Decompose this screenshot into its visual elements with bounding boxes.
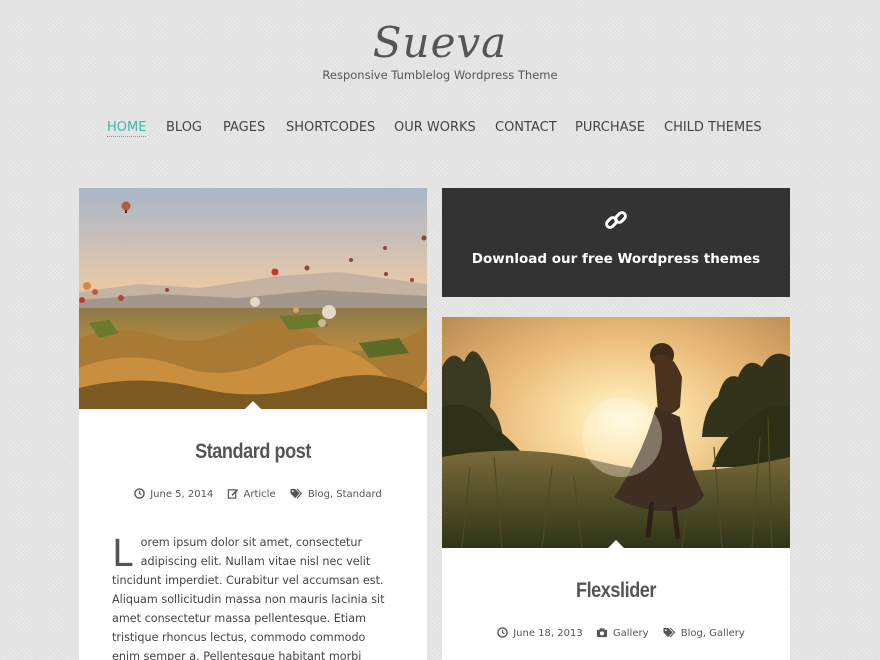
drop-cap: L	[112, 532, 133, 575]
post-meta: June 18, 2013 Gallery Blog, Gallery	[442, 627, 790, 639]
post-date[interactable]: June 18, 2013	[513, 628, 583, 639]
nav-item-purchase[interactable]: PURCHASE	[575, 120, 645, 135]
post-tag-gallery[interactable]: Gallery	[709, 628, 745, 639]
nav-item-child-themes[interactable]: CHILD THEMES	[664, 120, 762, 135]
post-image-balloons[interactable]	[79, 188, 427, 409]
girl-in-field-image	[442, 317, 790, 548]
post-tag-blog[interactable]: Blog	[308, 489, 330, 500]
tags-icon	[663, 627, 675, 638]
post-format[interactable]: Article	[244, 489, 276, 500]
image-notch	[608, 540, 624, 548]
post-card-flexslider: Flexslider June 18, 2013 Gallery Blog, G…	[442, 317, 790, 660]
clock-icon	[497, 627, 508, 638]
nav-item-shortcodes[interactable]: SHORTCODES	[286, 120, 375, 135]
nav-item-pages[interactable]: PAGES	[223, 120, 265, 135]
image-notch	[245, 401, 261, 409]
post-tag-blog[interactable]: Blog	[681, 628, 703, 639]
main-nav: HOME BLOG PAGES SHORTCODES OUR WORKS CON…	[0, 120, 880, 140]
post-card-standard: Standard post June 5, 2014 Article Blog,…	[79, 188, 427, 660]
tags-icon	[290, 488, 303, 499]
post-meta: June 5, 2014 Article Blog, Standard	[79, 488, 427, 500]
camera-icon	[596, 628, 607, 638]
post-image-sunlit-field[interactable]	[442, 317, 790, 548]
nav-item-our-works[interactable]: OUR WORKS	[394, 120, 476, 135]
post-excerpt: Lorem ipsum dolor sit amet, consectetur …	[112, 533, 394, 660]
post-title[interactable]: Flexslider	[466, 579, 765, 603]
post-date[interactable]: June 5, 2014	[150, 489, 213, 500]
download-themes-banner[interactable]: Download our free Wordpress themes	[442, 188, 790, 297]
site-tagline: Responsive Tumblelog Wordpress Theme	[322, 68, 558, 82]
site-logo[interactable]: Sueva	[0, 18, 880, 67]
balloons-landscape-image	[79, 188, 427, 409]
edit-icon	[227, 489, 238, 499]
clock-icon	[134, 488, 145, 499]
download-themes-text: Download our free Wordpress themes	[471, 251, 761, 267]
post-excerpt-text: orem ipsum dolor sit amet, consectetur a…	[112, 536, 385, 660]
post-tag-standard[interactable]: Standard	[336, 489, 382, 500]
nav-item-blog[interactable]: BLOG	[166, 120, 202, 135]
link-icon	[605, 211, 627, 229]
nav-item-contact[interactable]: CONTACT	[495, 120, 557, 135]
nav-item-home[interactable]: HOME	[107, 120, 147, 137]
post-title[interactable]: Standard post	[103, 440, 402, 464]
post-format[interactable]: Gallery	[613, 628, 649, 639]
